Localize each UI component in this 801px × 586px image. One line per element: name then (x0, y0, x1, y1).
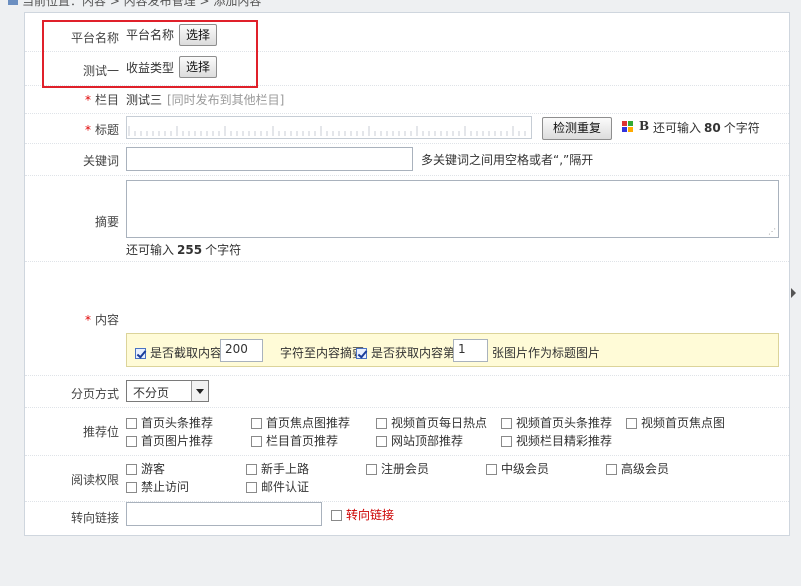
redirect-row: 转向链接 转向链接 (25, 501, 789, 535)
title-label: * 标题 (84, 123, 119, 137)
content-label: * 内容 (84, 313, 119, 327)
truncate-checkbox[interactable] (135, 348, 146, 359)
recommend-row: 推荐位 首页头条推荐 首页焦点图推荐 视频首页每日热点 视频首页头条推荐 视频首… (25, 407, 789, 456)
permission-option[interactable]: 中级会员 (486, 460, 549, 477)
permission-option[interactable]: 禁止访问 (126, 478, 189, 495)
required-mark: * (84, 123, 91, 137)
top-bar: 当前位置：内容 > 内容发布管理 > 添加内容 (0, 0, 801, 8)
recommend-option[interactable]: 视频首页头条推荐 (501, 414, 612, 431)
summary-label: 摘要 (94, 215, 119, 229)
redirect-input[interactable] (126, 502, 322, 526)
content-row: * 内容 是否截取内容 200 字符至内容摘要 是否获取内容第 1 张图片作为标题… (25, 261, 789, 376)
required-mark: * (84, 93, 91, 107)
get-image-option[interactable]: 是否获取内容第 (356, 344, 455, 361)
keywords-input[interactable] (126, 147, 413, 171)
recommend-option[interactable]: 首页焦点图推荐 (251, 414, 350, 431)
publish-other-columns-link[interactable]: [同时发布到其他栏目] (167, 91, 284, 108)
check-duplicate-button[interactable]: 检测重复 (542, 117, 613, 140)
summary-remaining: 还可输入 255 个字符 (126, 243, 242, 257)
collapse-arrow-icon[interactable] (791, 288, 796, 298)
keywords-hint: 多关键词之间用空格或者“,”隔开 (421, 153, 594, 167)
column-label: * 栏目 (84, 93, 119, 107)
permission-option[interactable]: 新手上路 (246, 460, 309, 477)
color-picker-icon[interactable] (622, 121, 633, 132)
permission-option[interactable]: 游客 (126, 460, 165, 477)
content-options-box: 是否截取内容 200 字符至内容摘要 是否获取内容第 1 张图片作为标题图片 (126, 333, 779, 367)
ruler-marks (128, 126, 526, 136)
title-row: * 标题 检测重复 B 还可输入 80 个字符 (25, 113, 789, 144)
highlight-box (42, 20, 258, 88)
column-value: 测试三 (126, 93, 163, 107)
recommend-option[interactable]: 视频首页每日热点 (376, 414, 487, 431)
image-index-input[interactable]: 1 (453, 339, 488, 362)
recommend-option[interactable]: 栏目首页推荐 (251, 432, 338, 449)
recommend-option[interactable]: 视频栏目精彩推荐 (501, 432, 612, 449)
breadcrumb: 当前位置：内容 > 内容发布管理 > 添加内容 (22, 0, 262, 8)
permission-option[interactable]: 邮件认证 (246, 478, 309, 495)
required-mark: * (84, 313, 91, 327)
permission-label: 阅读权限 (70, 473, 119, 487)
summary-row: 摘要 ⋰ 还可输入 255 个字符 (25, 175, 789, 262)
recommend-option[interactable]: 首页图片推荐 (126, 432, 213, 449)
resize-handle-icon[interactable]: ⋰ (768, 227, 776, 236)
permission-option[interactable]: 注册会员 (366, 460, 429, 477)
home-icon (8, 0, 18, 5)
column-row: * 栏目 测试三 [同时发布到其他栏目] (25, 85, 789, 114)
recommend-option[interactable]: 视频首页焦点图 (626, 414, 725, 431)
summary-textarea[interactable]: ⋰ (126, 180, 779, 238)
paging-select[interactable]: 不分页 (126, 380, 209, 402)
paging-label: 分页方式 (70, 387, 119, 401)
title-input[interactable] (126, 116, 532, 139)
redirect-checkbox[interactable]: 转向链接 (331, 506, 394, 523)
keywords-label: 关键词 (82, 154, 119, 168)
get-image-suffix: 张图片作为标题图片 (492, 346, 601, 360)
recommend-option[interactable]: 网站顶部推荐 (376, 432, 463, 449)
keywords-row: 关键词 多关键词之间用空格或者“,”隔开 (25, 143, 789, 176)
truncate-suffix: 字符至内容摘要 (280, 346, 365, 360)
title-remaining: 还可输入 80 个字符 (653, 121, 760, 135)
permission-option[interactable]: 高级会员 (606, 460, 669, 477)
form-panel: 平台名称 平台名称 选择 测试一 收益类型 选择 * 栏目 测试三 [同时发布到其… (24, 12, 790, 536)
recommend-option[interactable]: 首页头条推荐 (126, 414, 213, 431)
get-image-checkbox[interactable] (356, 348, 367, 359)
recommend-label: 推荐位 (82, 425, 119, 439)
paging-row: 分页方式 不分页 (25, 375, 789, 408)
permission-row: 阅读权限 游客 新手上路 注册会员 中级会员 高级会员 禁止访问 邮件认证 (25, 455, 789, 502)
truncate-content-option[interactable]: 是否截取内容 (135, 344, 222, 361)
chevron-down-icon[interactable] (191, 381, 208, 401)
truncate-length-input[interactable]: 200 (220, 339, 263, 362)
bold-icon[interactable]: B (639, 119, 649, 133)
redirect-label: 转向链接 (70, 511, 119, 525)
